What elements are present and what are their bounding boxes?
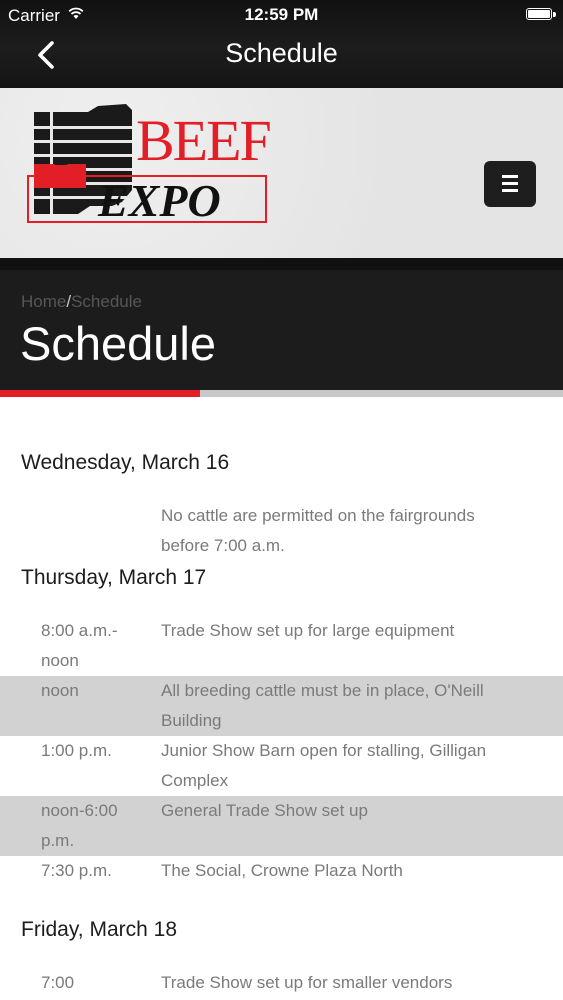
- event-time: noon-6:00 p.m.: [41, 801, 118, 850]
- schedule-row: noon All breeding cattle must be in plac…: [0, 676, 563, 736]
- logo-text-expo: EXPO: [97, 175, 221, 226]
- status-bar: Carrier 12:59 PM: [0, 0, 563, 30]
- event-description: Trade Show set up for smaller vendors: [161, 973, 453, 992]
- event-time: 1:00 p.m.: [41, 741, 112, 760]
- clock: 12:59 PM: [244, 5, 319, 24]
- day-heading-thursday: Thursday, March 17: [21, 566, 207, 589]
- schedule-row: No cattle are permitted on the fairgroun…: [0, 501, 563, 561]
- breadcrumb: Home/Schedule: [21, 292, 142, 312]
- schedule-row: 7:30 p.m. The Social, Crowne Plaza North: [0, 856, 563, 886]
- title-accent-bar: [0, 390, 563, 397]
- hamburger-icon: [502, 175, 518, 178]
- top-bar: Carrier 12:59 PM Schedule: [0, 0, 563, 88]
- event-time: 7:30 p.m.: [41, 861, 112, 880]
- beef-expo-logo[interactable]: BEEF EXPO: [26, 102, 270, 232]
- schedule-row: 7:00 Trade Show set up for smaller vendo…: [0, 968, 563, 998]
- menu-button[interactable]: [484, 161, 536, 207]
- breadcrumb-home[interactable]: Home: [21, 292, 66, 311]
- event-description: Trade Show set up for large equipment: [161, 621, 455, 640]
- schedule-row: 8:00 a.m.- noon Trade Show set up for la…: [0, 616, 563, 676]
- battery-icon: [526, 8, 556, 20]
- event-time: noon: [41, 681, 79, 700]
- day-heading-wednesday: Wednesday, March 16: [21, 451, 230, 474]
- day-heading-friday: Friday, March 18: [21, 918, 177, 941]
- event-description: Junior Show Barn open for stalling, Gill…: [161, 741, 487, 790]
- logo-text-beef: BEEF: [136, 108, 270, 173]
- nav-title: Schedule: [225, 38, 338, 68]
- event-time: 8:00 a.m.- noon: [41, 621, 118, 670]
- schedule-row: noon-6:00 p.m. General Trade Show set up: [0, 796, 563, 856]
- breadcrumb-current: Schedule: [71, 292, 142, 311]
- schedule-row: 1:00 p.m. Junior Show Barn open for stal…: [0, 736, 563, 796]
- event-description: The Social, Crowne Plaza North: [161, 861, 403, 880]
- event-time: 7:00: [41, 973, 75, 992]
- event-description: No cattle are permitted on the fairgroun…: [161, 506, 475, 555]
- page-title: Schedule: [20, 317, 216, 370]
- event-description: All breeding cattle must be in place, O'…: [161, 681, 484, 730]
- site-header: BEEF EXPO: [0, 88, 563, 270]
- event-description: General Trade Show set up: [161, 801, 368, 820]
- page-header: Home/Schedule Schedule: [0, 270, 563, 390]
